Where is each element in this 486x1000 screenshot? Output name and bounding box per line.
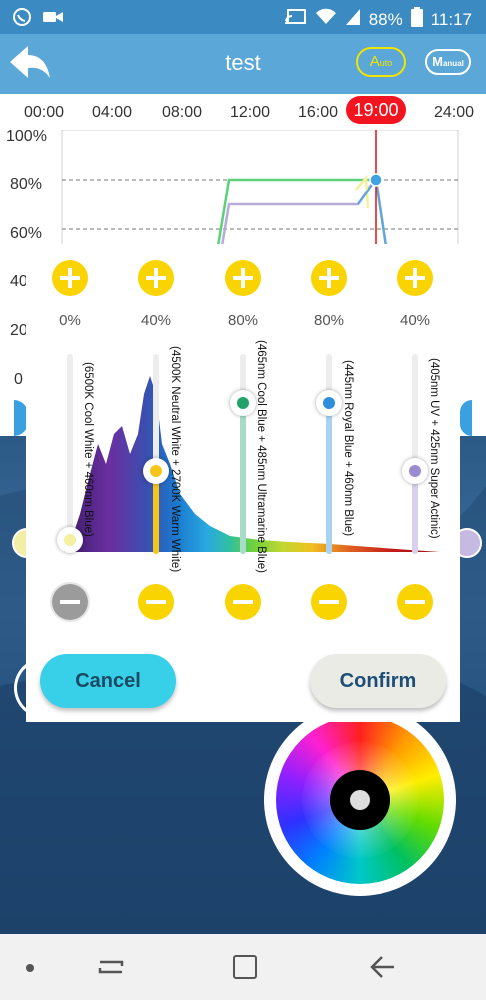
scroll-right-arrow[interactable]	[460, 400, 472, 436]
whatsapp-icon	[12, 7, 32, 32]
channel-percent: 80%	[313, 312, 345, 329]
minus-button-ch2[interactable]	[138, 584, 174, 620]
battery-percent: 88%	[368, 9, 403, 29]
minus-button-ch1[interactable]	[52, 584, 88, 620]
channel-percent: 40%	[399, 312, 431, 329]
manual-label-small: anual	[442, 59, 464, 68]
recent-apps-icon[interactable]	[96, 952, 126, 982]
time-tick: 04:00	[92, 104, 133, 121]
time-tick: 08:00	[162, 104, 203, 121]
home-icon[interactable]	[233, 955, 257, 979]
time-tick: 16:00	[298, 104, 339, 121]
auto-label: A	[369, 53, 380, 70]
confirm-button[interactable]: Confirm	[310, 654, 446, 708]
cancel-button[interactable]: Cancel	[40, 654, 176, 708]
nav-dot-icon[interactable]	[26, 964, 34, 972]
plus-button-ch5[interactable]	[397, 260, 433, 296]
slider-knob-ch3[interactable]	[230, 390, 256, 416]
plus-button-ch4[interactable]	[311, 260, 347, 296]
channel-label: (465nm Cool Blue + 485nm Ultramarine Blu…	[255, 340, 267, 573]
auto-label-small: uto	[379, 58, 393, 68]
color-wheel-selector[interactable]	[350, 790, 370, 810]
signal-icon	[345, 8, 361, 31]
time-axis: 00:00 04:00 08:00 12:00 16:00 24:00	[0, 94, 486, 130]
clock: 11:17	[430, 9, 472, 29]
time-tick: 24:00	[434, 104, 475, 121]
channel-percent: 0%	[59, 312, 81, 329]
time-tick: 12:00	[230, 104, 271, 121]
color-wheel-container[interactable]	[264, 704, 456, 896]
slider-knob-ch1[interactable]	[57, 527, 83, 553]
plus-button-ch1[interactable]	[52, 260, 88, 296]
back-nav-icon[interactable]	[368, 952, 398, 982]
plus-button-ch2[interactable]	[138, 260, 174, 296]
system-nav-bar	[0, 934, 486, 1000]
channel-percent: 40%	[140, 312, 172, 329]
battery-icon	[410, 7, 423, 32]
auto-mode-button[interactable]: Auto	[356, 47, 406, 77]
slider-knob-ch5[interactable]	[402, 458, 428, 484]
slider-track-ch1[interactable]	[67, 354, 73, 554]
minus-button-ch4[interactable]	[311, 584, 347, 620]
status-bar: 88% 11:17	[0, 0, 486, 34]
manual-label: M	[432, 54, 443, 69]
channel-label: (6500K Cool White + 460nm Blue)	[82, 362, 94, 537]
app-bar: test Auto Manual	[0, 34, 486, 94]
channel-label: (4500K Neutral White + 2700K Warm White)	[169, 346, 181, 573]
minus-button-ch5[interactable]	[397, 584, 433, 620]
channel-adjust-dialog: 0% 40% 80% 80% 40% (6500K Cool White + 4…	[26, 244, 460, 722]
current-time-badge[interactable]: 19:00	[346, 96, 406, 124]
slider-knob-ch4[interactable]	[316, 390, 342, 416]
channel-percent: 80%	[227, 312, 259, 329]
video-camera-icon	[42, 9, 64, 30]
manual-mode-button[interactable]: Manual	[425, 49, 471, 75]
plus-button-ch3[interactable]	[225, 260, 261, 296]
page-title: test	[225, 50, 261, 75]
cast-icon	[284, 8, 307, 31]
channel-label: (445nm Royal Blue + 460nm Blue)	[342, 360, 354, 537]
light-spectrum-graph	[64, 376, 440, 552]
time-tick: 00:00	[24, 104, 65, 121]
slider-knob-ch2[interactable]	[143, 458, 169, 484]
channel-label: (405nm UV + 425nm Super Actinic)	[428, 358, 440, 539]
wifi-icon	[315, 8, 337, 31]
minus-button-ch3[interactable]	[225, 584, 261, 620]
